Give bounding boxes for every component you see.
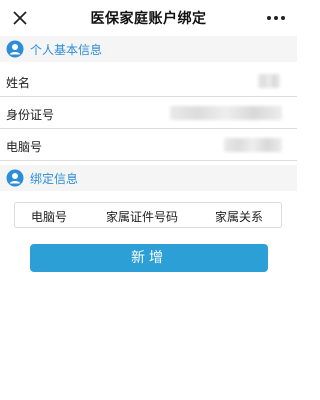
field-row-computer-number: 电脑号 bbox=[0, 129, 297, 161]
binding-table-header: 电脑号 家属证件号码 家属关系 bbox=[14, 202, 282, 228]
page-title: 医保家庭账户绑定 bbox=[90, 11, 207, 27]
more-button[interactable] bbox=[263, 6, 289, 30]
binding-info-header: 绑定信息 bbox=[0, 165, 297, 191]
more-dots-icon bbox=[267, 16, 285, 20]
top-bar: 医保家庭账户绑定 bbox=[0, 0, 297, 36]
field-label: 姓名 bbox=[6, 76, 31, 90]
column-header-family-id: 家属证件号码 bbox=[105, 210, 178, 224]
section-title: 个人基本信息 bbox=[30, 43, 103, 57]
column-header-computer-number: 电脑号 bbox=[30, 210, 67, 224]
field-row-id-number: 身份证号 bbox=[0, 97, 297, 129]
user-icon bbox=[6, 40, 24, 58]
user-icon bbox=[6, 169, 24, 187]
redacted-value bbox=[170, 106, 282, 120]
field-row-name: 姓名 bbox=[0, 65, 297, 97]
section-title: 绑定信息 bbox=[30, 172, 79, 186]
column-header-relationship: 家属关系 bbox=[214, 210, 263, 224]
redacted-value bbox=[224, 138, 282, 152]
field-label: 电脑号 bbox=[6, 140, 43, 154]
add-button[interactable]: 新增 bbox=[30, 244, 268, 272]
field-label: 身份证号 bbox=[6, 108, 55, 122]
redacted-value bbox=[258, 74, 280, 88]
personal-info-header: 个人基本信息 bbox=[0, 36, 297, 62]
